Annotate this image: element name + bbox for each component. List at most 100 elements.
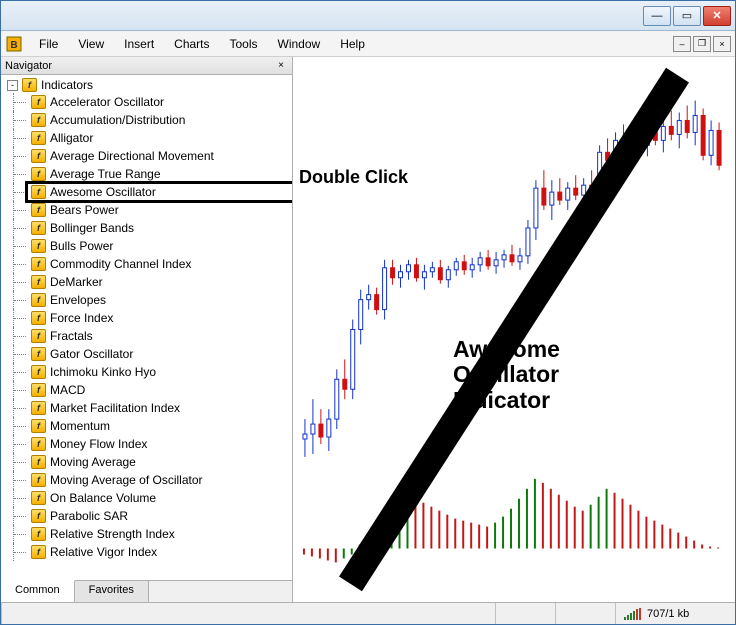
window-minimize-button[interactable]: — [643,6,671,26]
navigator-close-button[interactable]: × [274,59,288,73]
indicator-item[interactable]: f Awesome Oscillator [1,183,292,201]
indicator-icon: f [31,455,46,469]
indicator-label: Commodity Channel Index [50,257,191,271]
indicator-item[interactable]: f Alligator [1,129,292,147]
menu-insert[interactable]: Insert [114,33,164,55]
indicator-label: Gator Oscillator [50,347,133,361]
content-area: Navigator × - f Indicators fAccelerator … [1,57,735,602]
tree-root-indicators[interactable]: - f Indicators [1,77,292,93]
statusbar-seg-1 [495,603,555,624]
indicator-label: On Balance Volume [50,491,156,505]
mdi-restore-button[interactable]: ❐ [693,36,711,52]
menubar: B FileViewInsertChartsToolsWindowHelp – … [1,31,735,57]
indicator-item[interactable]: fMarket Facilitation Index [1,399,292,417]
indicator-item[interactable]: fAccelerator Oscillator [1,93,292,111]
menu-tools[interactable]: Tools [220,33,268,55]
indicator-item[interactable]: f Commodity Channel Index [1,255,292,273]
tree-toggle-icon[interactable]: - [7,80,18,91]
indicator-item[interactable]: fForce Index [1,309,292,327]
indicator-item[interactable]: f Bears Power [1,201,292,219]
indicator-item[interactable]: fParabolic SAR [1,507,292,525]
indicator-item[interactable]: fBollinger Bands [1,219,292,237]
menu-file[interactable]: File [29,33,68,55]
menu-help[interactable]: Help [330,33,375,55]
indicator-label: Bulls Power [50,239,113,253]
indicator-item[interactable]: f Fractals [1,327,292,345]
indicator-label: Bollinger Bands [50,221,134,235]
navigator-title: Navigator [5,60,274,72]
svg-text:B: B [10,40,17,51]
indicator-label: Envelopes [50,293,106,307]
indicator-item[interactable]: fRelative Strength Index [1,525,292,543]
navigator-tabs: Common Favorites [1,580,292,602]
indicator-item[interactable]: fDeMarker [1,273,292,291]
indicator-item[interactable]: f Moving Average of Oscillator [1,471,292,489]
indicator-icon: f [31,203,46,217]
indicator-item[interactable]: f Accumulation/Distribution [1,111,292,129]
menu-charts[interactable]: Charts [164,33,219,55]
indicator-icon: f [31,473,46,487]
indicator-label: Money Flow Index [50,437,147,451]
indicator-label: Fractals [50,329,93,343]
annotation-pointer-line [293,57,735,602]
indicator-item[interactable]: fRelative Vigor Index [1,543,292,561]
connection-bars-icon [624,608,641,620]
indicator-label: MACD [50,383,85,397]
indicator-item[interactable]: f Moving Average [1,453,292,471]
indicator-icon: f [31,347,46,361]
navigator-tree[interactable]: - f Indicators fAccelerator OscillatorfA… [1,75,292,580]
indicator-item[interactable]: f Average Directional Movement [1,147,292,165]
indicator-icon: f [31,545,46,559]
indicator-icon: f [31,329,46,343]
app-icon: B [5,35,23,53]
indicator-icon: f [31,95,46,109]
indicator-icon: f [31,419,46,433]
app-window: — ▭ ✕ B FileViewInsertChartsToolsWindowH… [0,0,736,625]
indicator-label: Accumulation/Distribution [50,113,185,127]
statusbar-seg-2 [555,603,615,624]
mdi-close-button[interactable]: × [713,36,731,52]
indicator-label: Moving Average of Oscillator [50,473,203,487]
indicator-folder-icon: f [22,78,37,92]
indicator-icon: f [31,113,46,127]
window-maximize-button[interactable]: ▭ [673,6,701,26]
indicator-label: Market Facilitation Index [50,401,180,415]
indicator-label: Awesome Oscillator [50,185,156,199]
indicator-item[interactable]: f On Balance Volume [1,489,292,507]
indicator-label: Momentum [50,419,110,433]
indicator-icon: f [31,293,46,307]
indicator-item[interactable]: f Momentum [1,417,292,435]
indicator-icon: f [31,365,46,379]
indicator-item[interactable]: f Envelopes [1,291,292,309]
indicator-icon: f [31,239,46,253]
indicator-icon: f [31,131,46,145]
indicator-label: DeMarker [50,275,103,289]
indicator-icon: f [31,491,46,505]
indicator-item[interactable]: f Gator Oscillator [1,345,292,363]
indicator-label: Average Directional Movement [50,149,214,163]
menu-window[interactable]: Window [268,33,331,55]
indicator-item[interactable]: fAverage True Range [1,165,292,183]
indicator-label: Bears Power [50,203,119,217]
statusbar: 707/1 kb [1,602,735,624]
indicator-item[interactable]: f Money Flow Index [1,435,292,453]
indicator-item[interactable]: f Bulls Power [1,237,292,255]
indicator-item[interactable]: fMACD [1,381,292,399]
indicator-item[interactable]: fIchimoku Kinko Hyo [1,363,292,381]
window-close-button[interactable]: ✕ [703,6,731,26]
tab-common[interactable]: Common [1,580,75,602]
menu-view[interactable]: View [68,33,114,55]
indicator-label: Alligator [50,131,93,145]
indicator-icon: f [31,185,46,199]
indicator-label: Average True Range [50,167,161,181]
indicator-label: Moving Average [50,455,136,469]
mdi-minimize-button[interactable]: – [673,36,691,52]
indicator-icon: f [31,437,46,451]
indicator-icon: f [31,257,46,271]
indicator-icon: f [31,149,46,163]
chart-area[interactable]: Double Click Awesome Oscillator Indicato… [293,57,735,602]
indicator-icon: f [31,527,46,541]
connection-text: 707/1 kb [647,608,689,620]
tab-favorites[interactable]: Favorites [75,581,149,602]
tree-root-label: Indicators [41,78,93,92]
